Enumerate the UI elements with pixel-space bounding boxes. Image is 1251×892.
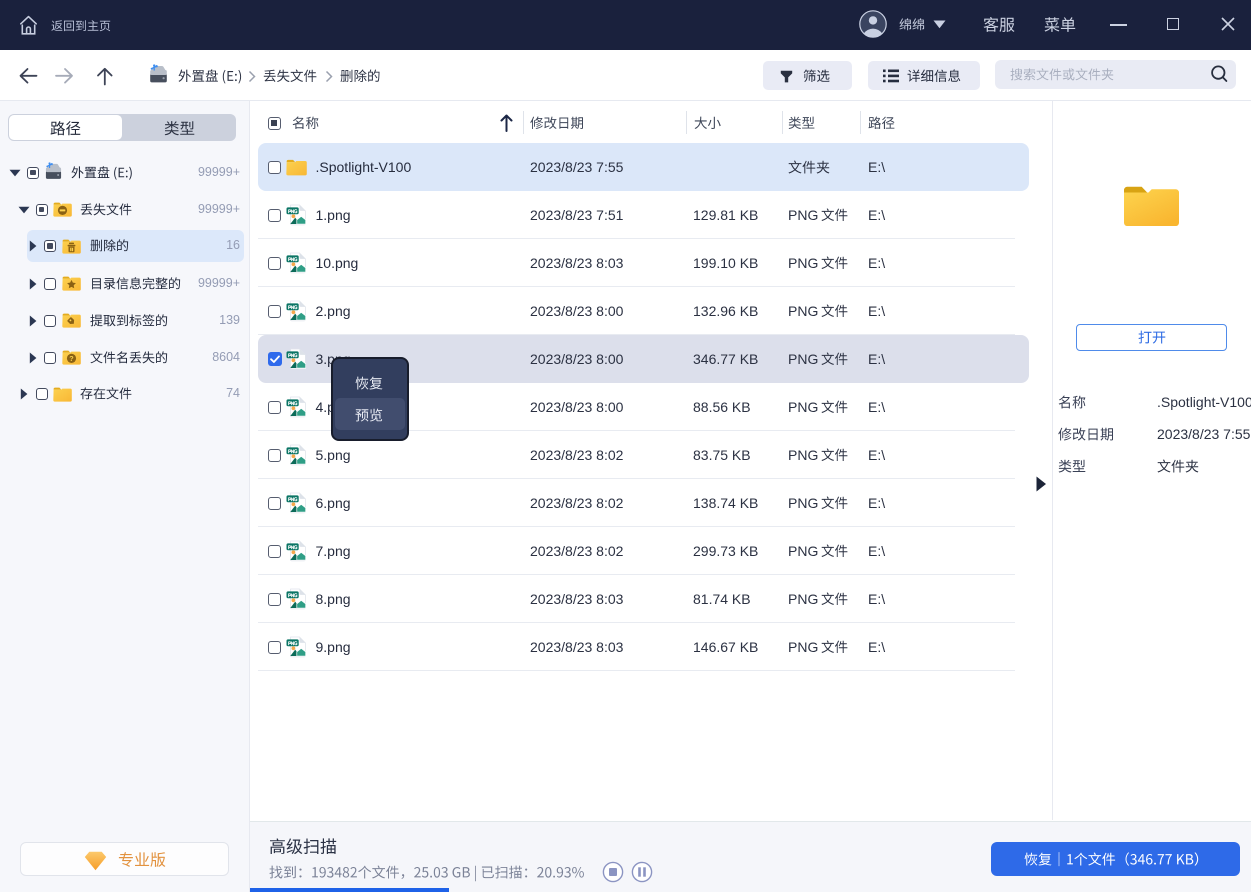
svg-text:?: ? — [69, 354, 73, 363]
